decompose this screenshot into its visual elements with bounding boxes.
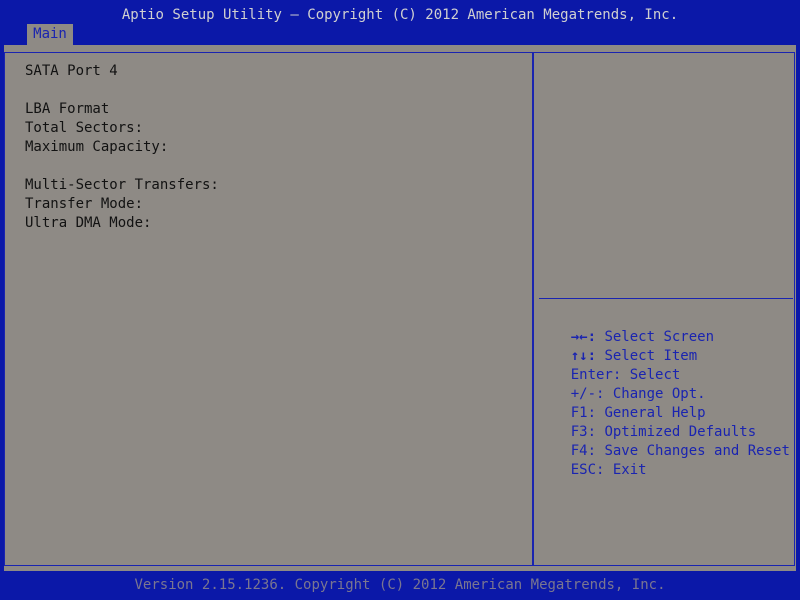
multi-sector-transfers-label: Multi-Sector Transfers:: [25, 177, 219, 193]
title-bar: Aptio Setup Utility – Copyright (C) 2012…: [121, 7, 679, 23]
ultra-dma-mode-label: Ultra DMA Mode:: [25, 215, 152, 231]
bios-screen: Aptio Setup Utility – Copyright (C) 2012…: [0, 0, 800, 600]
help-exit: ESC: Exit: [537, 442, 647, 499]
help-esc-key: ESC:: [570, 462, 605, 478]
transfer-mode-label: Transfer Mode:: [25, 196, 144, 212]
sata-port-label: SATA Port 4: [25, 63, 118, 79]
help-divider: [539, 298, 793, 299]
tab-main[interactable]: Main: [27, 24, 73, 45]
lba-format-label: LBA Format: [25, 101, 110, 117]
help-exit-text: Exit: [604, 462, 647, 478]
total-sectors-label: Total Sectors:: [25, 120, 144, 136]
footer: Version 2.15.1236. Copyright (C) 2012 Am…: [0, 575, 800, 595]
maximum-capacity-label: Maximum Capacity:: [25, 139, 169, 155]
panel-divider: [532, 52, 534, 566]
